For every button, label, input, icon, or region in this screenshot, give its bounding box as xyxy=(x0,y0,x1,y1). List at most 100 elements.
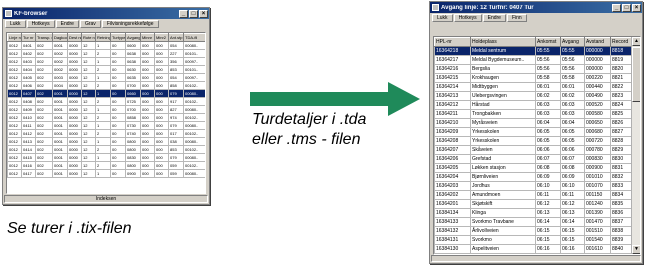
table-row[interactable]: 16364202 Amundmoen 06:11 06:11 001150 8834 xyxy=(434,190,632,200)
table-row[interactable]: 0012 0408 002 0001 0000 12 2 00 0725 000 000 917 001… xyxy=(7,97,205,106)
table-row[interactable]: 16364209 Yrkesskolen 06:05 06:05 000680 8827 xyxy=(434,127,632,137)
close-icon[interactable]: × xyxy=(199,9,208,18)
column-header[interactable]: Tur nr xyxy=(21,33,36,42)
column-header[interactable]: Ankomst xyxy=(535,37,561,47)
table-row[interactable]: 0012 0407 002 0001 0000 12 1 00 0660 000 000 079 000… xyxy=(7,89,205,98)
vertical-scrollbar[interactable]: ▲ ▼ xyxy=(631,37,640,254)
table-cell: 000 xyxy=(154,57,169,66)
column-header[interactable]: Record xyxy=(610,37,632,47)
table-row[interactable]: 0012 0409 002 0001 0000 12 1 00 0700 000 000 827 000… xyxy=(7,105,205,114)
app-icon xyxy=(5,10,12,17)
table-cell: Årlivollveien xyxy=(470,226,536,236)
table-row[interactable]: 0012 0406 002 0004 0000 12 2 00 0700 000 000 858 001… xyxy=(7,81,205,90)
table-cell: 16364216 xyxy=(434,64,471,74)
table-cell: 0412 xyxy=(21,129,36,138)
table-row[interactable]: 16384130 Aspelitveien 06:16 06:16 001610 8840 xyxy=(434,244,632,254)
menu-item[interactable]: Endre xyxy=(482,14,506,22)
table-row[interactable]: 16364217 Meldal Bygdemuseum.. 05:56 05:56 00… xyxy=(434,55,632,65)
table-row[interactable]: 0012 0411 002 0001 0000 12 1 00 0730 000 000 079 000… xyxy=(7,121,205,130)
table-cell: 1 xyxy=(95,121,111,130)
table-cell: Bjørnliveien xyxy=(470,172,536,182)
table-row[interactable]: 0012 0416 002 0001 0000 12 2 00 0800 000 000 059 001… xyxy=(7,161,205,170)
table-cell: 05:55 xyxy=(560,46,585,56)
table-row[interactable]: 0012 0413 002 0001 0000 12 1 00 0800 000 000 038 000… xyxy=(7,137,205,146)
table-row[interactable]: 16364210 Myråsveien 06:04 06:04 000650 8826 xyxy=(434,118,632,128)
menu-item[interactable]: Hotkeys xyxy=(26,20,55,28)
table-row[interactable]: 0012 0410 002 0001 0000 12 2 00 0858 000 000 974 001… xyxy=(7,113,205,122)
scrollbar-thumb[interactable] xyxy=(632,47,640,102)
minimize-icon[interactable]: _ xyxy=(612,3,621,12)
column-header[interactable]: Minr2 xyxy=(154,33,169,42)
column-header[interactable]: TDA-fil xyxy=(183,33,205,42)
menu-item[interactable]: Finn xyxy=(506,14,527,22)
menu-item[interactable]: Lukk xyxy=(5,20,26,28)
table-row[interactable]: 16364212 Hårstad 06:03 06:03 000520 8824 xyxy=(434,100,632,110)
minimize-icon[interactable]: _ xyxy=(179,9,188,18)
column-header[interactable]: Avgang xyxy=(560,37,585,47)
table-row[interactable]: 16384132 Årlivollveien 06:15 06:15 001510 883… xyxy=(434,226,632,236)
table-row[interactable]: 0012 0402 002 0002 0000 12 2 00 0638 000 000 227 001… xyxy=(7,49,205,58)
table-row[interactable]: 0012 0404 002 0002 0000 12 2 00 0630 000 000 853 001… xyxy=(7,65,205,74)
column-header[interactable]: Dagkode xyxy=(52,33,68,42)
table-row[interactable]: 16364214 Midtbyggen 06:01 06:01 000440 8822 xyxy=(434,82,632,92)
table-cell: 00080.. xyxy=(183,137,205,146)
column-header[interactable]: Avgang xyxy=(125,33,141,42)
menu-item[interactable]: Endre xyxy=(55,20,79,28)
table-cell: 8839 xyxy=(610,235,632,245)
column-header[interactable]: Rute nr xyxy=(81,33,96,42)
column-header[interactable]: Ant.stp xyxy=(168,33,184,42)
table-row[interactable]: 0012 0405 002 0003 0000 12 1 00 0635 000 000 054 000… xyxy=(7,73,205,82)
table-cell: 00080.. xyxy=(183,89,205,98)
table-row[interactable]: 0012 0412 002 0001 0000 12 2 00 0740 000 000 017 001… xyxy=(7,129,205,138)
column-header[interactable]: Retning xyxy=(95,33,111,42)
table-cell: 16384130 xyxy=(434,244,471,254)
scroll-up-icon[interactable]: ▲ xyxy=(632,37,640,46)
column-header[interactable]: Avstand xyxy=(584,37,611,47)
table-cell: 974 xyxy=(168,113,184,122)
table-row[interactable]: 16364218 Meldal sentrum 05:55 05:55 000000 88… xyxy=(434,46,632,56)
menu-item[interactable]: Lukk xyxy=(432,14,453,22)
column-header[interactable]: HPL-nr xyxy=(434,37,471,47)
menu-item[interactable]: Hotkeys xyxy=(453,14,482,22)
table-cell: 06:13 xyxy=(560,208,585,218)
table-row[interactable]: 16384134 Klinga 06:13 06:13 001390 8836 xyxy=(434,208,632,218)
table-row[interactable]: 16364206 Grefstad 06:07 06:07 000830 8830 xyxy=(434,154,632,164)
table-row[interactable]: 16364213 Ulebergsvingen 06:02 06:02 000490 88… xyxy=(434,91,632,101)
column-header[interactable]: Turtype xyxy=(110,33,126,42)
table-row[interactable]: 16364203 Jordhus 06:10 06:10 001070 8833 xyxy=(434,181,632,191)
table-row[interactable]: 16364204 Bjørnliveien 06:09 06:09 001010 8832 xyxy=(434,172,632,182)
maximize-icon[interactable]: □ xyxy=(189,9,198,18)
table-row[interactable]: 16364215 Krokhaugen 05:58 05:58 000220 8821 xyxy=(434,73,632,83)
table-cell: Løkken stasjon xyxy=(470,163,536,173)
table-row[interactable]: 16364205 Løkken stasjon 06:08 06:08 000900 88… xyxy=(434,163,632,173)
maximize-icon[interactable]: □ xyxy=(622,3,631,12)
table-cell: 000 xyxy=(154,153,169,162)
table-cell: 16384132 xyxy=(434,226,471,236)
table-row[interactable]: 16384131 Svorkmo 06:15 06:15 001540 8839 xyxy=(434,235,632,245)
column-header[interactable]: Transp. ref xyxy=(35,33,53,42)
table-row[interactable]: 16364207 Skåveien 06:06 06:06 000780 8829 xyxy=(434,145,632,155)
table-row[interactable]: 16364216 Bergslia 05:56 05:56 000000 8820 xyxy=(434,64,632,74)
menu-item[interactable]: Grav xyxy=(79,20,101,28)
table-row[interactable]: 0012 0415 002 0001 0000 12 1 00 0830 000 000 079 000… xyxy=(7,153,205,162)
table-row[interactable]: 0012 0401 002 0001 0000 12 1 00 0600 000 000 054 000… xyxy=(7,41,205,50)
column-header[interactable]: Holdeplass xyxy=(470,37,536,47)
table-row[interactable]: 16364211 Trongbakken 06:03 06:03 000580 8825 xyxy=(434,109,632,119)
table-row[interactable]: 16364201 Skjøtskift 06:12 06:12 001240 8835 xyxy=(434,199,632,209)
table-cell: 06:03 xyxy=(560,100,585,110)
scroll-down-icon[interactable]: ▼ xyxy=(632,245,640,254)
close-icon[interactable]: × xyxy=(632,3,641,12)
table-row[interactable]: 16384133 Svorkmo Travbane 06:14 06:14 001470… xyxy=(434,217,632,227)
table-cell: 12 xyxy=(81,145,96,154)
table-cell: 06:05 xyxy=(560,136,585,146)
table-row[interactable]: 16364208 Yrkesskolen 06:05 06:05 000720 8828 xyxy=(434,136,632,146)
table-cell: 00 xyxy=(110,97,126,106)
column-header[interactable]: Dest nr xyxy=(67,33,82,42)
table-cell: 16364215 xyxy=(434,73,471,83)
column-header[interactable]: Linje nr xyxy=(7,33,22,42)
table-row[interactable]: 0012 0417 002 0001 0000 12 1 00 0900 000 000 059 000… xyxy=(7,169,205,178)
table-row[interactable]: 0012 0414 002 0001 0000 12 2 00 0800 000 000 853 001… xyxy=(7,145,205,154)
table-row[interactable]: 0012 0403 002 0002 0000 12 1 00 0638 000 000 356 000… xyxy=(7,57,205,66)
column-header[interactable]: Minnr xyxy=(140,33,155,42)
menu-item[interactable]: Filvisningsrekkefølge xyxy=(101,20,159,28)
